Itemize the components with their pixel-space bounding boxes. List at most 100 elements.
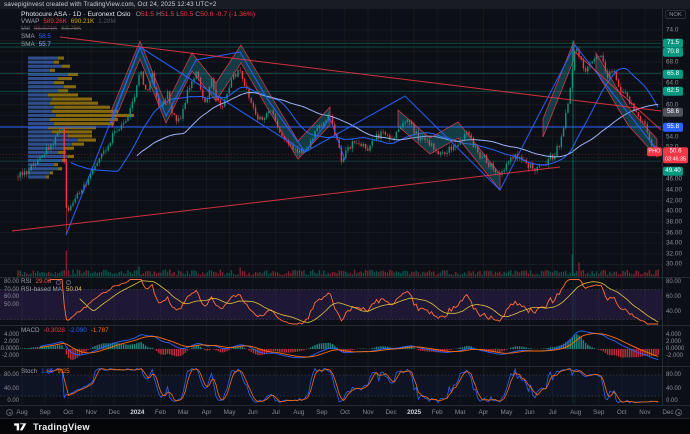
price-axis-tick: 54.0 [666,133,678,140]
volume-series [17,251,659,277]
volume-profile [58,77,72,80]
price-badge-horizontal-line: 55.8 [663,123,683,132]
stoch-legend[interactable]: Stoch1.259.25 [21,369,70,377]
volume-profile [50,171,53,174]
chart-canvas[interactable] [0,0,690,434]
pane-axis-label: 50.00 [0,302,19,308]
pane-axis-label: 40.00 [666,386,681,392]
currency-toggle-nok[interactable]: NOK [665,10,686,19]
volume-profile [50,69,55,72]
rsi-value: 29.06 [36,279,52,286]
volume-profile [28,159,62,162]
volume-profile [28,98,52,101]
stoch-value: 9.25 [57,369,69,376]
overlay-indicator-value: 1.28M [98,19,116,26]
time-axis-settings-icon[interactable] [675,409,682,416]
price-badge-level-65-8: 65.8 [663,70,683,79]
pane-axis-label: 0.00 [666,398,678,404]
time-axis-label: Nov [362,409,373,416]
ohlc-value: 50.5 [180,11,193,18]
volume-profile [78,139,96,142]
rsi-label: RSI [21,279,32,286]
price-badge-level-70-8: 70.8 [663,48,683,57]
volume-profile [28,61,54,64]
volume-profile [28,77,58,80]
volume-profile [28,130,52,133]
macd-histogram [66,349,659,360]
time-axis-label: Sep [316,409,327,416]
rsi-row[interactable]: RSI 29.06 [21,279,82,286]
macd-value: -0.3028 [44,328,65,335]
time-axis-label: Apr [202,409,212,416]
macd-legend[interactable]: MACD-0.3028-2.090-1.787 [21,328,109,336]
overlay-indicators-legend[interactable]: VWAP589.26K690.21K1.28MVol98.071K63.75KS… [21,19,116,50]
volume-profile [28,106,54,109]
price-badge-level-71-5: 71.5 [663,39,683,48]
price-axis-tick: 44.00 [666,186,682,193]
volume-profile [50,102,98,105]
symbol-title: Photocure ASA · 1D · Euronext Oslo [21,11,131,18]
volume-profile [68,155,74,158]
volume-profile [46,175,49,178]
volume-profile [54,106,110,109]
volume-profile [54,163,58,166]
price-axis-tick: 46.00 [666,176,682,183]
volume-profile [28,167,58,170]
overlay-indicator-row[interactable]: SMA58.5 [21,34,116,41]
tradingview-chart-screenshot: savepiginvest created with TradingView.c… [0,0,690,434]
symbol-legend[interactable]: Photocure ASA · 1D · Euronext Oslo O51.5… [21,11,255,18]
pane-axis-label: 60.00 [666,294,681,300]
pane-axis-label: 80.00 [0,372,19,378]
price-badge-trendline: 58.6 [663,108,683,117]
volume-profile [28,110,52,113]
volume-profile [54,122,114,125]
time-axis-label: Aug [570,409,581,416]
symbol-tag: PHO [647,147,662,156]
rsi-icon[interactable] [66,280,71,285]
volume-profile [62,65,70,68]
macd-row[interactable]: MACD-0.3028-2.090-1.787 [21,328,109,335]
tradingview-wordmark[interactable]: TradingView [33,422,90,432]
time-axis-label: Oct [63,409,73,416]
rsi-value: 50.04 [66,287,82,294]
overlay-indicator-row[interactable]: Vol98.071K63.75K [21,26,116,33]
time-axis-label: Dec [109,409,120,416]
overlay-indicator-value: 63.75K [61,26,81,33]
volume-profile [28,93,48,96]
tradingview-logo-icon[interactable] [13,421,28,433]
rsi-icon[interactable] [56,280,61,285]
volume-profile [48,93,78,96]
price-axis-tick: 32.00 [666,250,682,257]
time-axis-label: Aug [16,409,27,416]
time-axis-label: Dec [662,409,673,416]
volume-profile [28,175,46,178]
overlay-indicator-row[interactable]: SMA55.7 [21,42,116,49]
time-axis-label: Dec [386,409,397,416]
overlay-indicator-row[interactable]: VWAP589.26K690.21K1.28M [21,19,116,26]
time-axis-label: Jun [248,409,258,416]
pane-axis-label: 70.00 [0,287,19,293]
badge-price: 55.8 [667,123,679,130]
ohlc-value: 51.5 [161,11,174,18]
time-axis-label: Sep [39,409,50,416]
stoch-value: 1.25 [41,369,53,376]
time-axis-label: 2025 [407,409,421,416]
time-axis[interactable]: AugSepOctNovDec2024FebMarAprMayJunJulAug… [0,405,690,418]
rsi-label: RSI-based MA [21,287,62,294]
pane-axis-label: 2.000 [666,339,681,345]
overlay-indicator-value: 55.7 [39,42,51,49]
footer-bar: TradingView [0,418,690,434]
pane-axis-label: 0.0000 [0,346,19,352]
time-axis-clock-icon[interactable] [6,409,13,416]
rsi-row[interactable]: RSI-based MA 50.04 [21,287,82,294]
pane-axis-label: 0.00 [0,398,19,404]
price-axis-tick: 36.00 [666,229,682,236]
rsi-legend[interactable]: RSI 29.06RSI-based MA 50.04 [21,279,82,294]
volume-profile [28,65,62,68]
price-axis-tick: 38.00 [666,218,682,225]
macd-label: MACD [21,328,40,335]
time-axis-label: Mar [455,409,466,416]
stoch-row[interactable]: Stoch1.259.25 [21,369,70,376]
time-axis-label: Sep [593,409,604,416]
time-axis-label: Jun [524,409,534,416]
